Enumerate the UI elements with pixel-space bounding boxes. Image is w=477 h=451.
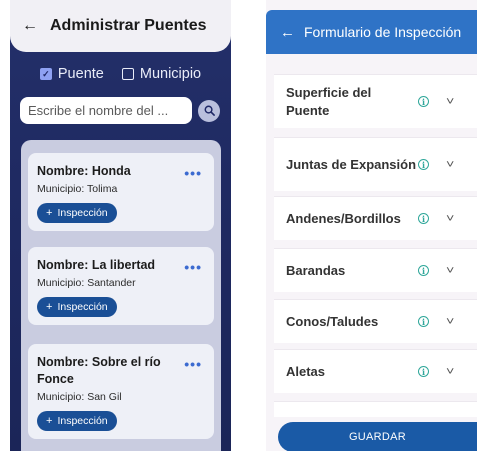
save-button[interactable]: GUARDAR	[278, 422, 477, 451]
page-title: Formulario de Inspección	[304, 24, 462, 40]
list-item[interactable]: Nombre: La libertad Municipio: Santander…	[28, 247, 214, 325]
search-input[interactable]	[20, 97, 192, 124]
chevron-down-icon[interactable]: ˅	[446, 159, 454, 171]
app-bar: ← Administrar Puentes	[10, 0, 231, 52]
info-icon[interactable]: i	[418, 265, 429, 276]
inspection-label: Inspección	[57, 301, 108, 313]
section-partial	[274, 401, 477, 417]
filter-label: Municipio	[139, 66, 202, 82]
search-icon	[204, 105, 215, 116]
section-superficie[interactable]: Superficie del Puente i ˅	[274, 74, 477, 128]
section-label: Conos/Taludes	[286, 313, 379, 329]
search-bar	[20, 97, 226, 124]
list-item[interactable]: Nombre: Sobre el río Fonce Municipio: Sa…	[28, 344, 214, 439]
bridge-municipio: Municipio: San Gil	[37, 391, 122, 403]
section-conos[interactable]: Conos/Taludes i ˅	[274, 299, 477, 343]
bridge-municipio: Municipio: Tolima	[37, 183, 118, 195]
info-icon[interactable]: i	[418, 366, 429, 377]
section-label: Andenes/Bordillos	[286, 210, 401, 226]
bridge-name: Nombre: Honda	[37, 164, 131, 178]
inspection-label: Inspección	[57, 207, 108, 219]
inspection-label: Inspección	[57, 415, 108, 427]
section-label: Juntas de Expansión	[286, 156, 417, 172]
back-arrow-icon[interactable]: ←	[280, 24, 298, 41]
inspection-form-screen: ← Formulario de Inspección Superficie de…	[266, 0, 477, 451]
inspection-button[interactable]: + Inspección	[37, 297, 117, 317]
plus-icon: +	[46, 301, 53, 313]
plus-icon: +	[46, 207, 53, 219]
chevron-down-icon[interactable]: ˅	[446, 265, 454, 277]
bridge-admin-screen: ← Administrar Puentes ✓ Puente Municipio	[10, 0, 231, 451]
chevron-down-icon[interactable]: ˅	[446, 213, 454, 225]
chevron-down-icon[interactable]: ˅	[446, 316, 454, 328]
back-arrow-icon[interactable]: ←	[22, 17, 44, 35]
inspection-button[interactable]: + Inspección	[37, 203, 117, 223]
plus-icon: +	[46, 415, 53, 427]
page-title: Administrar Puentes	[50, 17, 207, 34]
filter-municipio[interactable]: Municipio	[121, 66, 202, 82]
screenshot-canvas: ← Administrar Puentes ✓ Puente Municipio	[0, 0, 477, 451]
section-barandas[interactable]: Barandas i ˅	[274, 248, 477, 292]
more-dots-icon[interactable]: •••	[184, 259, 202, 275]
more-dots-icon[interactable]: •••	[184, 356, 202, 372]
app-bar: ← Formulario de Inspección	[266, 10, 477, 54]
section-juntas[interactable]: Juntas de Expansión i ˅	[274, 137, 477, 191]
section-label: Superficie del Puente	[286, 84, 372, 118]
filter-puente[interactable]: ✓ Puente	[39, 66, 104, 82]
section-andenes[interactable]: Andenes/Bordillos i ˅	[274, 196, 477, 240]
bridge-list: Nombre: Honda Municipio: Tolima ••• + In…	[21, 140, 221, 451]
info-icon[interactable]: i	[418, 316, 429, 327]
bridge-name: Nombre: La libertad	[37, 258, 156, 272]
check-icon[interactable]: ✓	[39, 68, 52, 80]
section-aletas[interactable]: Aletas i ˅	[274, 349, 477, 393]
section-label: Aletas	[286, 363, 326, 379]
info-icon[interactable]: i	[418, 213, 429, 224]
bridge-municipio: Municipio: Santander	[37, 277, 136, 289]
filter-label: Puente	[57, 66, 104, 82]
chevron-down-icon[interactable]: ˅	[446, 366, 454, 378]
inspection-button[interactable]: + Inspección	[37, 411, 117, 431]
chevron-down-icon[interactable]: ˅	[446, 96, 454, 108]
filter-options: ✓ Puente Municipio	[10, 66, 231, 82]
checkbox-empty[interactable]	[121, 68, 134, 80]
more-dots-icon[interactable]: •••	[184, 165, 202, 181]
bridge-name: Nombre: Sobre el río Fonce	[37, 355, 161, 386]
list-item[interactable]: Nombre: Honda Municipio: Tolima ••• + In…	[28, 153, 214, 231]
search-button[interactable]	[198, 99, 220, 122]
info-icon[interactable]: i	[418, 159, 429, 170]
info-icon[interactable]: i	[418, 96, 429, 107]
section-label: Barandas	[286, 262, 346, 278]
